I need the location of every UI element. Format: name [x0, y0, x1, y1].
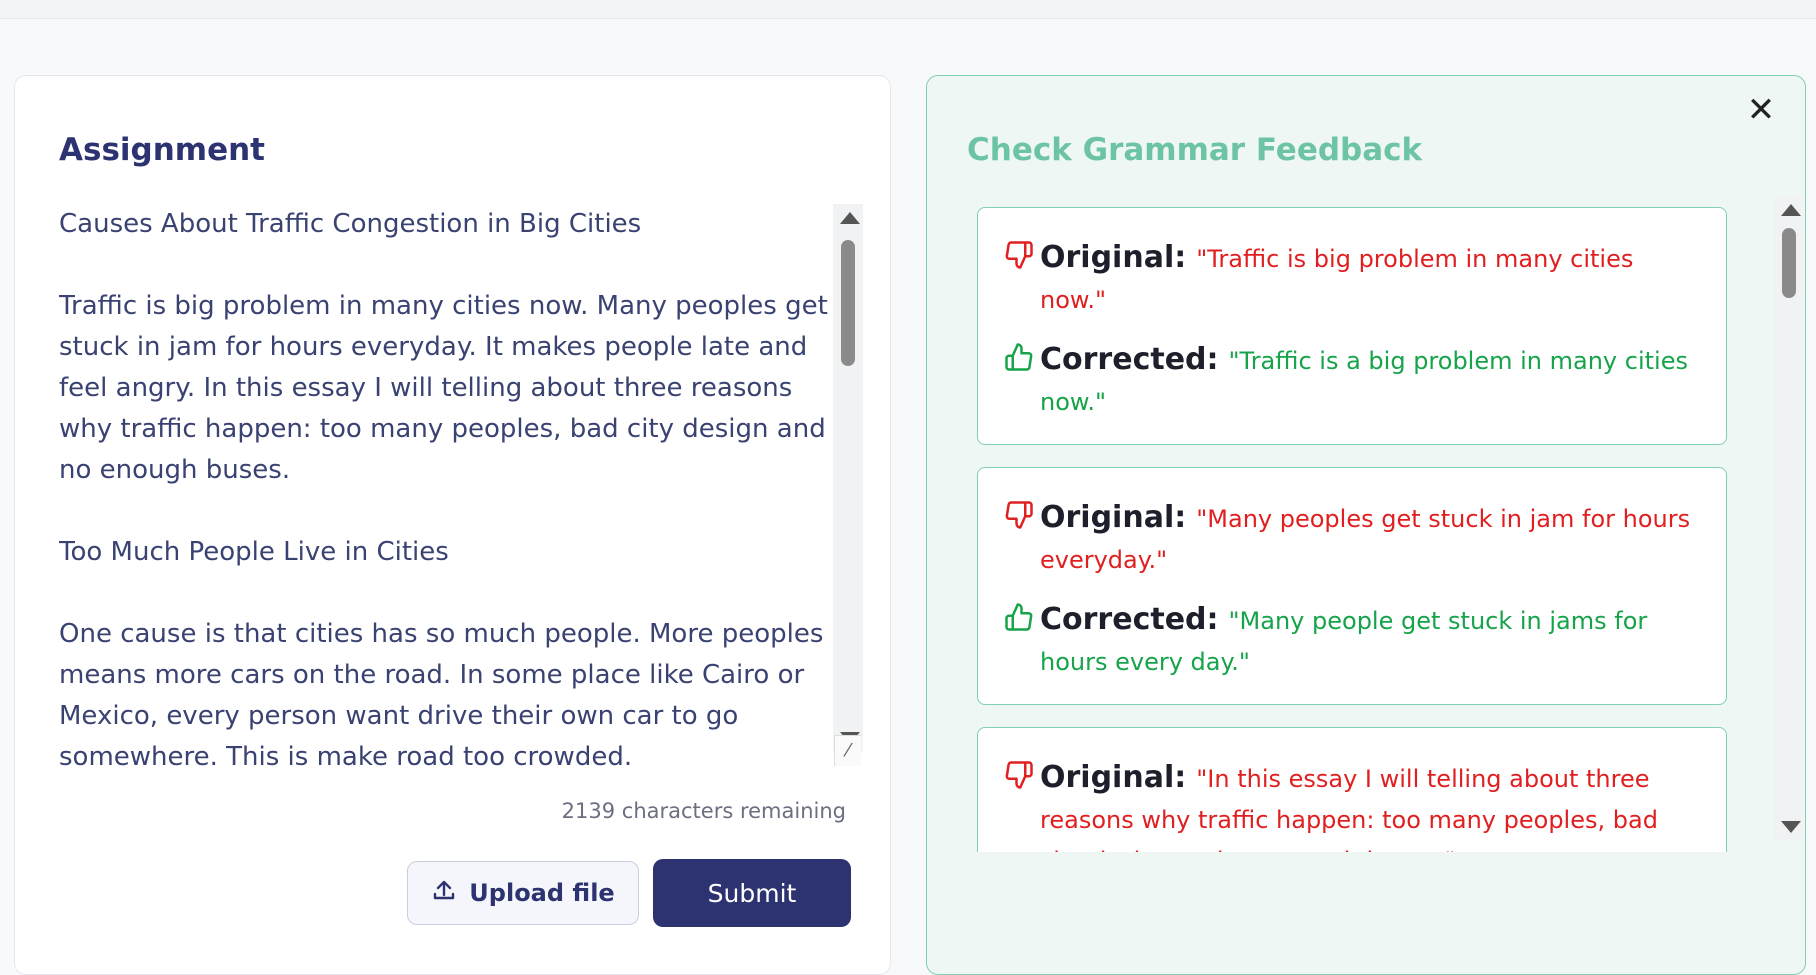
original-label: Original: [1040, 760, 1187, 795]
original-row: Original: "In this essay I will telling a… [1004, 758, 1698, 852]
assignment-title: Assignment [59, 132, 265, 168]
feedback-scroll-thumb[interactable] [1782, 228, 1796, 298]
essay-text: Causes About Traffic Congestion in Big C… [59, 209, 828, 766]
feedback-item: Original: "Many peoples get stuck in jam … [977, 467, 1727, 705]
scroll-up-arrow-icon[interactable] [840, 212, 860, 224]
resize-handle-icon[interactable]: ⁄ [834, 735, 861, 766]
original-label: Original: [1040, 500, 1187, 535]
essay-scroll-thumb[interactable] [841, 240, 855, 366]
assignment-card: Assignment Causes About Traffic Congesti… [14, 75, 891, 975]
original-row: Original: "Many peoples get stuck in jam … [1004, 498, 1698, 582]
feedback-item: Original: "Traffic is big problem in many… [977, 207, 1727, 445]
thumbs-down-icon [1004, 760, 1040, 794]
scroll-up-arrow-icon[interactable] [1781, 204, 1801, 216]
original-row: Original: "Traffic is big problem in many… [1004, 238, 1698, 322]
thumbs-up-icon [1004, 342, 1040, 376]
upload-file-label: Upload file [469, 879, 615, 907]
corrected-row: Corrected: "Traffic is a big problem in m… [1004, 340, 1698, 424]
submit-button[interactable]: Submit [653, 859, 851, 927]
feedback-title: Check Grammar Feedback [967, 132, 1423, 168]
feedback-list[interactable]: Original: "Traffic is big problem in many… [977, 207, 1727, 852]
thumbs-up-icon [1004, 602, 1040, 636]
characters-remaining: 2139 characters remaining [561, 799, 846, 823]
corrected-label: Corrected: [1040, 602, 1219, 637]
grammar-feedback-panel: ✕ Check Grammar Feedback Original: "Traff… [926, 75, 1806, 975]
essay-textarea[interactable]: Causes About Traffic Congestion in Big C… [59, 204, 863, 766]
top-bar [0, 0, 1816, 19]
thumbs-down-icon [1004, 240, 1040, 274]
corrected-row: Corrected: "Many people get stuck in jams… [1004, 600, 1698, 684]
corrected-label: Corrected: [1040, 342, 1219, 377]
close-icon[interactable]: ✕ [1741, 90, 1781, 130]
thumbs-down-icon [1004, 500, 1040, 534]
feedback-scrollbar[interactable] [1774, 196, 1804, 841]
upload-icon [431, 877, 457, 909]
feedback-item: Original: "In this essay I will telling a… [977, 727, 1727, 852]
original-label: Original: [1040, 240, 1187, 275]
upload-file-button[interactable]: Upload file [407, 861, 639, 925]
essay-scrollbar[interactable] [833, 204, 863, 752]
scroll-down-arrow-icon[interactable] [1781, 821, 1801, 833]
